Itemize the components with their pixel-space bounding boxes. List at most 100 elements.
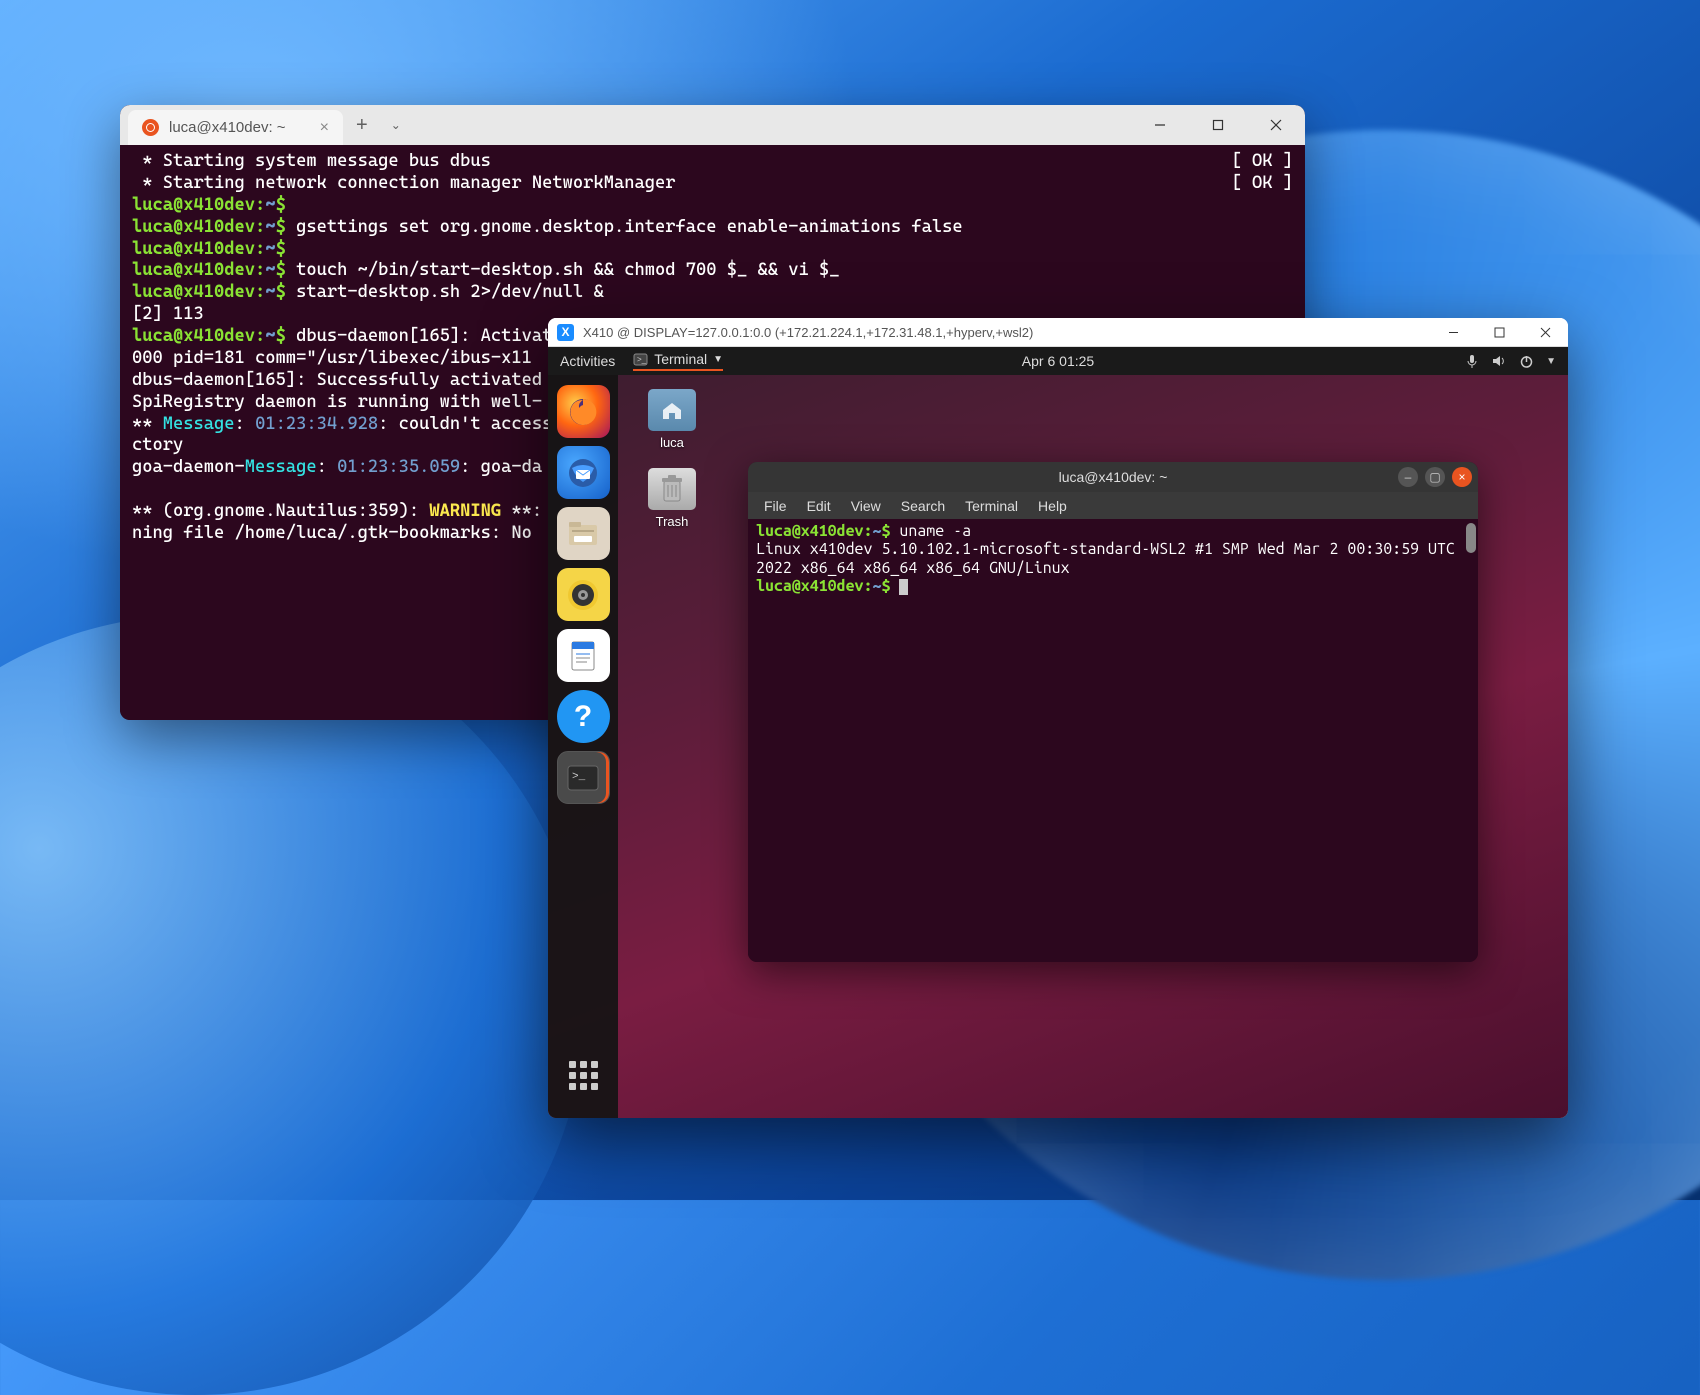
- desktop-icons: luca Trash: [633, 389, 711, 529]
- prompt-path: ~: [265, 326, 275, 346]
- gnome-terminal-output[interactable]: luca@x410dev:~$ uname -a Linux x410dev 5…: [748, 519, 1478, 962]
- prompt-user: luca@x410dev: [132, 217, 255, 237]
- dock-libreoffice-writer[interactable]: [557, 629, 610, 682]
- log-line: dbus-daemon[165]: Activat: [296, 326, 552, 346]
- timestamp: 01:23:35.059: [337, 457, 460, 477]
- desktop-trash[interactable]: Trash: [633, 468, 711, 529]
- timestamp: 01:23:34.928: [255, 414, 378, 434]
- prompt-user: luca@x410dev: [132, 260, 255, 280]
- maximize-button[interactable]: [1476, 318, 1522, 346]
- close-icon: [1540, 327, 1551, 338]
- gnome-desktop[interactable]: Activities >_ Terminal ▼ Apr 6 01:25 ▼: [548, 347, 1568, 1118]
- dock-files[interactable]: [557, 507, 610, 560]
- log-line: SpiRegistry daemon is running with well-: [132, 392, 542, 412]
- files-icon: [565, 516, 601, 552]
- minimize-button[interactable]: –: [1398, 467, 1418, 487]
- icon-label: luca: [660, 435, 684, 450]
- close-button[interactable]: [1247, 105, 1305, 145]
- log-line: ctory: [132, 435, 183, 455]
- scrollbar-thumb[interactable]: [1466, 523, 1476, 553]
- folder-icon: [648, 389, 696, 431]
- desktop-home-folder[interactable]: luca: [633, 389, 711, 450]
- dock-help[interactable]: ?: [557, 690, 610, 743]
- terminal-tab-active[interactable]: luca@x410dev: ~ ×: [128, 110, 343, 145]
- menu-edit[interactable]: Edit: [799, 495, 839, 517]
- dock-thunderbird[interactable]: [557, 446, 610, 499]
- dock-terminal[interactable]: >_: [557, 751, 610, 804]
- terminal-icon: >_: [633, 352, 648, 367]
- log-line: 000 pid=181 comm="/usr/libexec/ibus-x11: [132, 348, 542, 368]
- topbar-app-menu[interactable]: >_ Terminal ▼: [633, 351, 723, 371]
- status-ok: [ OK ]: [1231, 151, 1293, 173]
- prompt-path: ~: [265, 239, 275, 259]
- gnome-dock: ? >_: [548, 375, 618, 1118]
- prompt-user: luca@x410dev: [132, 326, 255, 346]
- close-button[interactable]: [1522, 318, 1568, 346]
- close-icon: [1270, 119, 1282, 131]
- close-tab-icon[interactable]: ×: [320, 119, 329, 137]
- minimize-button[interactable]: [1430, 318, 1476, 346]
- log-line: **:: [501, 501, 542, 521]
- minimize-button[interactable]: [1131, 105, 1189, 145]
- command: touch ~/bin/start-desktop.sh && chmod 70…: [296, 260, 839, 280]
- prompt-user: luca@x410dev: [756, 522, 864, 540]
- command-output: Linux x410dev 5.10.102.1-microsoft-stand…: [756, 540, 1464, 576]
- maximize-button[interactable]: [1189, 105, 1247, 145]
- speaker-icon: [565, 577, 601, 613]
- msg-label: Message: [163, 414, 235, 434]
- power-icon[interactable]: [1520, 355, 1533, 368]
- new-tab-button[interactable]: +: [343, 114, 381, 137]
- log-line: [2] 113: [132, 304, 204, 324]
- prompt-path: ~: [265, 217, 275, 237]
- trash-icon: [648, 468, 696, 510]
- tab-title: luca@x410dev: ~: [169, 119, 286, 136]
- menu-terminal[interactable]: Terminal: [957, 495, 1026, 517]
- gnome-terminal-titlebar[interactable]: luca@x410dev: ~ – ▢ ×: [748, 462, 1478, 492]
- warning-label: WARNING: [429, 501, 501, 521]
- cursor: [899, 579, 908, 595]
- window-title: luca@x410dev: ~: [1059, 469, 1168, 485]
- menu-search[interactable]: Search: [893, 495, 953, 517]
- log-line: : goa-da: [460, 457, 542, 477]
- tab-dropdown-icon[interactable]: ⌄: [381, 118, 411, 132]
- maximize-button[interactable]: ▢: [1425, 467, 1445, 487]
- ubuntu-icon: [142, 119, 159, 136]
- gnome-terminal-menubar: File Edit View Search Terminal Help: [748, 492, 1478, 519]
- menu-file[interactable]: File: [756, 495, 795, 517]
- minimize-icon: [1154, 119, 1166, 131]
- command: gsettings set org.gnome.desktop.interfac…: [296, 217, 963, 237]
- x410-titlebar[interactable]: X X410 @ DISPLAY=127.0.0.1:0.0 (+172.21.…: [548, 318, 1568, 347]
- log-line: * Starting system message bus dbus: [132, 151, 491, 171]
- command: uname -a: [899, 522, 971, 540]
- microphone-icon[interactable]: [1465, 354, 1479, 368]
- maximize-icon: [1212, 119, 1224, 131]
- prompt-user: luca@x410dev: [132, 195, 255, 215]
- dock-rhythmbox[interactable]: [557, 568, 610, 621]
- dock-firefox[interactable]: [557, 385, 610, 438]
- command: start-desktop.sh 2>/dev/null &: [296, 282, 604, 302]
- menu-help[interactable]: Help: [1030, 495, 1075, 517]
- prompt-user: luca@x410dev: [132, 282, 255, 302]
- document-icon: [565, 638, 601, 674]
- menu-view[interactable]: View: [843, 495, 889, 517]
- activities-button[interactable]: Activities: [560, 353, 615, 369]
- prompt-user: luca@x410dev: [132, 239, 255, 259]
- maximize-icon: [1494, 327, 1505, 338]
- prompt-path: ~: [265, 260, 275, 280]
- volume-icon[interactable]: [1492, 354, 1507, 368]
- show-applications-button[interactable]: [557, 1049, 610, 1102]
- close-button[interactable]: ×: [1452, 467, 1472, 487]
- prompt-path: ~: [265, 195, 275, 215]
- chevron-down-icon[interactable]: ▼: [1546, 356, 1556, 367]
- terminal-icon: >_: [567, 765, 599, 791]
- prompt-path: ~: [265, 282, 275, 302]
- apps-grid-icon: [569, 1061, 598, 1090]
- x410-title: X410 @ DISPLAY=127.0.0.1:0.0 (+172.21.22…: [583, 325, 1033, 340]
- icon-label: Trash: [656, 514, 689, 529]
- thunderbird-icon: [566, 456, 600, 490]
- log-line: goa-daemon-: [132, 457, 245, 477]
- firefox-icon: [566, 395, 600, 429]
- clock[interactable]: Apr 6 01:25: [1022, 353, 1094, 369]
- log-line: * Starting network connection manager Ne…: [132, 173, 675, 193]
- log-line: : couldn't access: [378, 414, 552, 434]
